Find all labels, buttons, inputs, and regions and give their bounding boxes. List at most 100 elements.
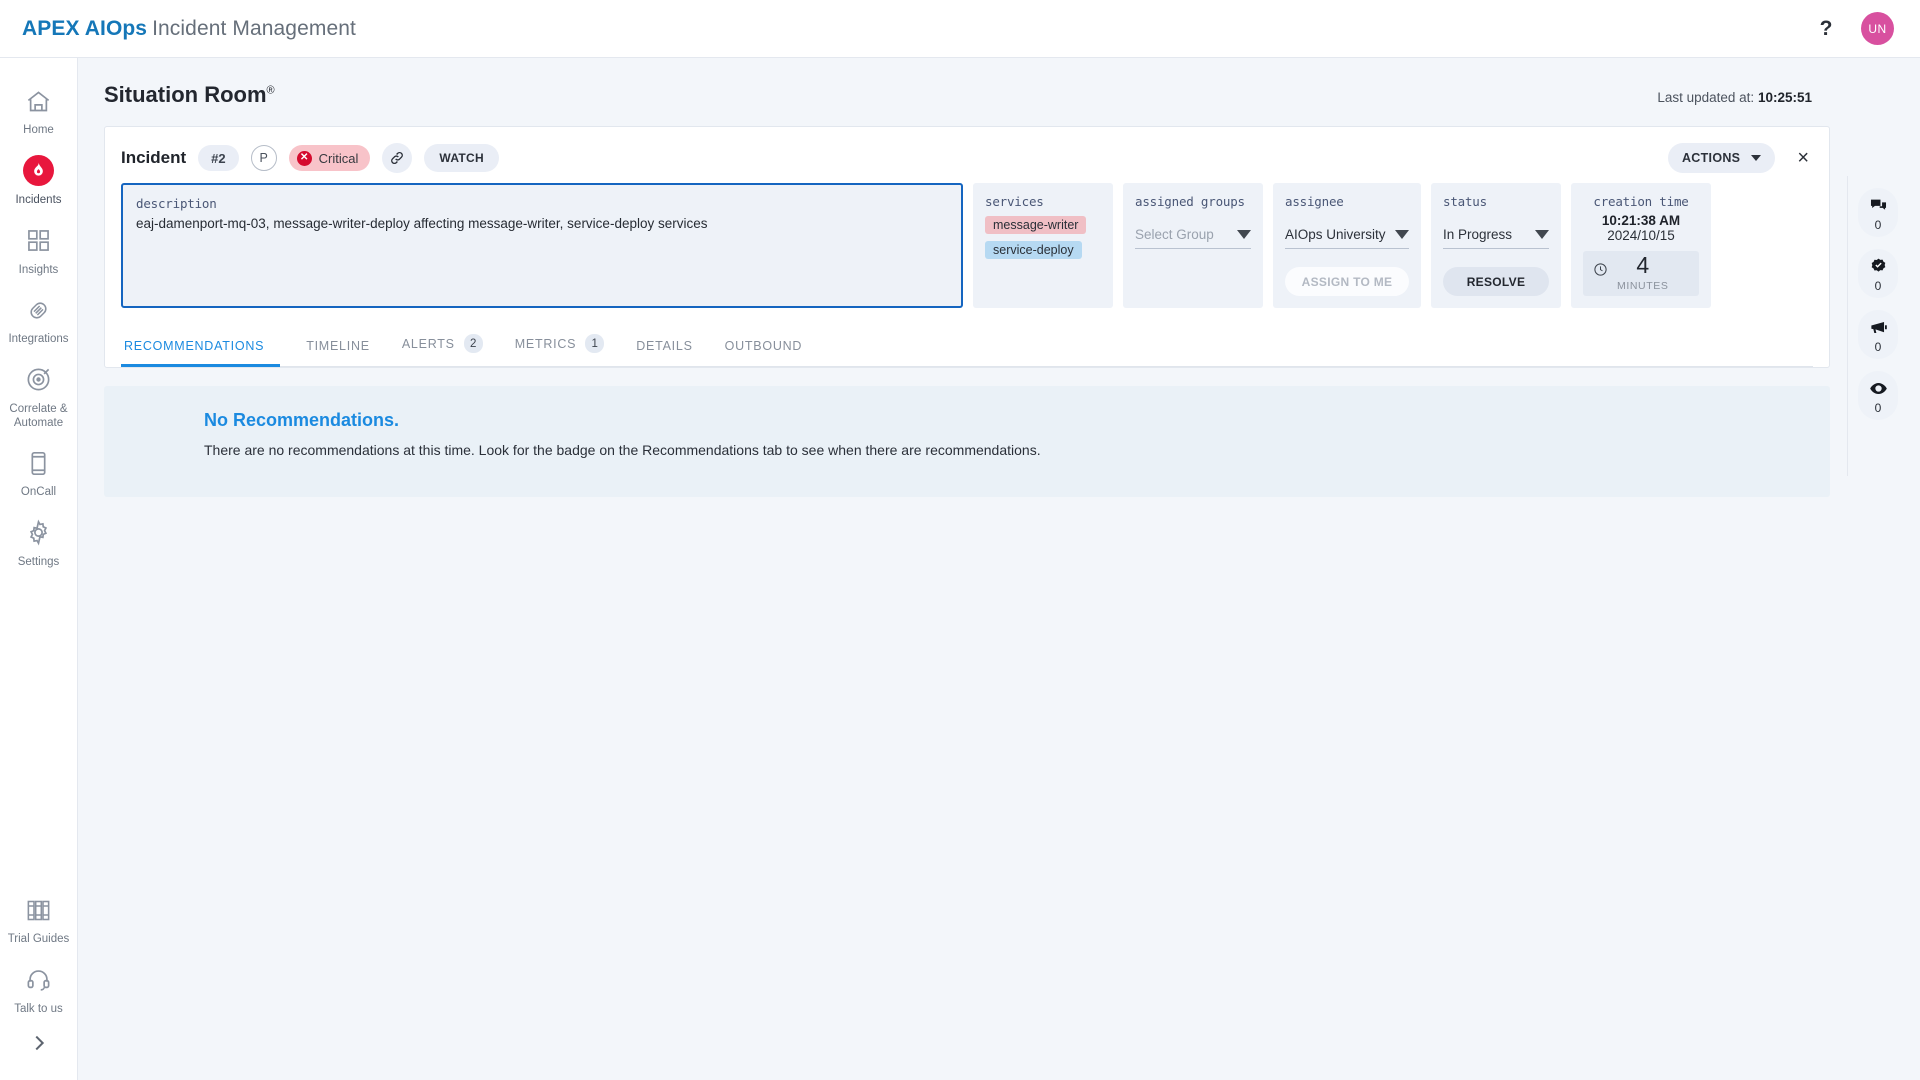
avatar[interactable]: UN xyxy=(1861,12,1894,45)
help-icon[interactable]: ? xyxy=(1813,16,1839,42)
link-icon[interactable] xyxy=(382,143,413,173)
chevron-down-icon xyxy=(1237,230,1251,239)
rail-divider xyxy=(1847,176,1848,476)
grid-icon xyxy=(24,226,54,256)
resolve-button[interactable]: RESOLVE xyxy=(1443,267,1549,296)
empty-state-panel: No Recommendations. There are no recomme… xyxy=(104,386,1830,497)
brand-primary: APEX AIOps xyxy=(22,16,148,40)
rail-item-watchers[interactable]: 0 xyxy=(1858,371,1898,420)
gear-icon xyxy=(24,518,54,548)
tab-timeline[interactable]: TIMELINE xyxy=(290,329,386,367)
status-panel: status In Progress RESOLVE xyxy=(1431,183,1561,308)
incident-header: Incident #2 P ✕ Critical WATCH ACTIONS × xyxy=(121,141,1813,175)
sidebar-item-talk-to-us[interactable]: Talk to us xyxy=(0,955,78,1024)
assigned-groups-value: Select Group xyxy=(1135,227,1214,242)
sidebar-item-incidents[interactable]: Incidents xyxy=(0,145,78,215)
rail-item-comments[interactable]: 0 xyxy=(1858,188,1898,237)
status-value: In Progress xyxy=(1443,227,1513,242)
elapsed-unit: MINUTES xyxy=(1617,280,1669,292)
eye-icon xyxy=(1869,379,1888,398)
close-icon[interactable]: × xyxy=(1793,148,1813,168)
page-title-text: Situation Room xyxy=(104,82,267,107)
chat-icon xyxy=(1869,196,1888,215)
actions-button[interactable]: ACTIONS xyxy=(1667,143,1776,173)
sidebar-item-integrations[interactable]: Integrations xyxy=(0,285,78,354)
severity-label: Critical xyxy=(318,150,359,166)
rail-item-announcements[interactable]: 0 xyxy=(1858,310,1898,359)
sidebar-item-insights[interactable]: Insights xyxy=(0,216,78,285)
tab-label: TIMELINE xyxy=(306,339,370,353)
sidebar-item-label: Insights xyxy=(18,263,59,276)
sidebar-item-correlate-automate[interactable]: Correlate & Automate xyxy=(0,355,78,439)
assignee-select[interactable]: AIOps University xyxy=(1285,227,1409,249)
sidebar-item-home[interactable]: Home xyxy=(0,76,78,145)
creation-time-label: creation time xyxy=(1593,194,1689,209)
sidebar-item-settings[interactable]: Settings xyxy=(0,508,78,577)
assignee-label: assignee xyxy=(1285,194,1344,209)
watch-button[interactable]: WATCH xyxy=(424,144,499,172)
sidebar-item-label: Talk to us xyxy=(14,1002,63,1015)
books-icon xyxy=(24,895,54,925)
error-circle-icon: ✕ xyxy=(296,150,312,166)
assigned-groups-panel: assigned groups Select Group xyxy=(1123,183,1263,308)
incident-panels: description eaj-damenport-mq-03, message… xyxy=(121,175,1813,324)
home-icon xyxy=(24,86,54,116)
chevron-down-icon xyxy=(1395,230,1409,239)
actions-button-label: ACTIONS xyxy=(1681,151,1741,165)
page-header: Situation Room® Last updated at: 10:25:5… xyxy=(78,58,1920,108)
description-label: description xyxy=(136,196,217,211)
services-panel: services message-writer service-deploy xyxy=(973,183,1113,308)
creation-date-value: 2024/10/15 xyxy=(1607,228,1675,243)
rail-item-tasks[interactable]: 0 xyxy=(1858,249,1898,298)
empty-state-text: There are no recommendations at this tim… xyxy=(204,442,1041,458)
chevron-right-icon[interactable] xyxy=(28,1032,50,1054)
sidebar-item-trial-guides[interactable]: Trial Guides xyxy=(0,885,78,954)
tab-details[interactable]: DETAILS xyxy=(620,329,708,367)
top-bar: APEX AIOps Incident Management ? UN xyxy=(0,0,1920,58)
chevron-down-icon xyxy=(1751,155,1762,161)
incident-number-chip: #2 xyxy=(198,145,239,171)
app-brand: APEX AIOps Incident Management xyxy=(22,17,356,41)
rail-count: 0 xyxy=(1874,401,1882,415)
tab-label: ALERTS xyxy=(401,336,455,351)
sidebar-item-label: Correlate & Automate xyxy=(9,402,68,429)
rail-count: 0 xyxy=(1874,279,1882,293)
sidebar: Home Incidents Insights Integrations Cor… xyxy=(0,58,78,1080)
sidebar-item-oncall[interactable]: OnCall xyxy=(0,438,78,507)
content-area: Incident #2 P ✕ Critical WATCH ACTIONS ×… xyxy=(78,108,1920,1080)
rail-count: 0 xyxy=(1874,340,1882,354)
assign-to-me-button[interactable]: ASSIGN TO ME xyxy=(1285,267,1409,296)
tab-recommendations[interactable]: RECOMMENDATIONS xyxy=(121,329,281,367)
tab-label: RECOMMENDATIONS xyxy=(124,339,265,353)
rail-count: 0 xyxy=(1874,218,1882,232)
app-body: Home Incidents Insights Integrations Cor… xyxy=(0,58,1920,1080)
page-title: Situation Room® xyxy=(104,82,275,108)
tab-outbound[interactable]: OUTBOUND xyxy=(709,329,819,367)
creation-time-panel: creation time 10:21:38 AM 2024/10/15 4 M… xyxy=(1571,183,1711,308)
service-chip[interactable]: service-deploy xyxy=(985,241,1082,259)
tab-badge: 2 xyxy=(463,334,483,353)
sidebar-item-label: Trial Guides xyxy=(7,933,70,946)
status-badge[interactable]: ✕ Critical xyxy=(288,145,371,171)
description-field[interactable]: description eaj-damenport-mq-03, message… xyxy=(121,183,963,308)
service-chip[interactable]: message-writer xyxy=(985,216,1087,234)
elapsed-value: 4 xyxy=(1636,251,1650,278)
tab-badge: 1 xyxy=(585,334,605,353)
target-icon xyxy=(24,365,54,395)
services-label: services xyxy=(985,194,1044,209)
phone-icon xyxy=(24,448,54,478)
tab-metrics[interactable]: METRICS 1 xyxy=(499,324,621,367)
brand-secondary: Incident Management xyxy=(152,16,356,40)
assigned-groups-select[interactable]: Select Group xyxy=(1135,227,1251,249)
sidebar-item-label: Incidents xyxy=(15,194,62,207)
elapsed-value-group: 4 MINUTES xyxy=(1617,251,1669,292)
tab-alerts[interactable]: ALERTS 2 xyxy=(386,324,499,367)
sidebar-item-label: Settings xyxy=(17,555,60,568)
last-updated: Last updated at: 10:25:51 xyxy=(1657,90,1896,105)
elapsed-time: 4 MINUTES xyxy=(1583,250,1699,296)
status-select[interactable]: In Progress xyxy=(1443,227,1549,249)
priority-badge: P xyxy=(250,145,277,171)
clock-icon xyxy=(1593,262,1608,282)
description-value: eaj-damenport-mq-03, message-writer-depl… xyxy=(136,216,708,231)
assignee-panel: assignee AIOps University ASSIGN TO ME xyxy=(1273,183,1421,308)
